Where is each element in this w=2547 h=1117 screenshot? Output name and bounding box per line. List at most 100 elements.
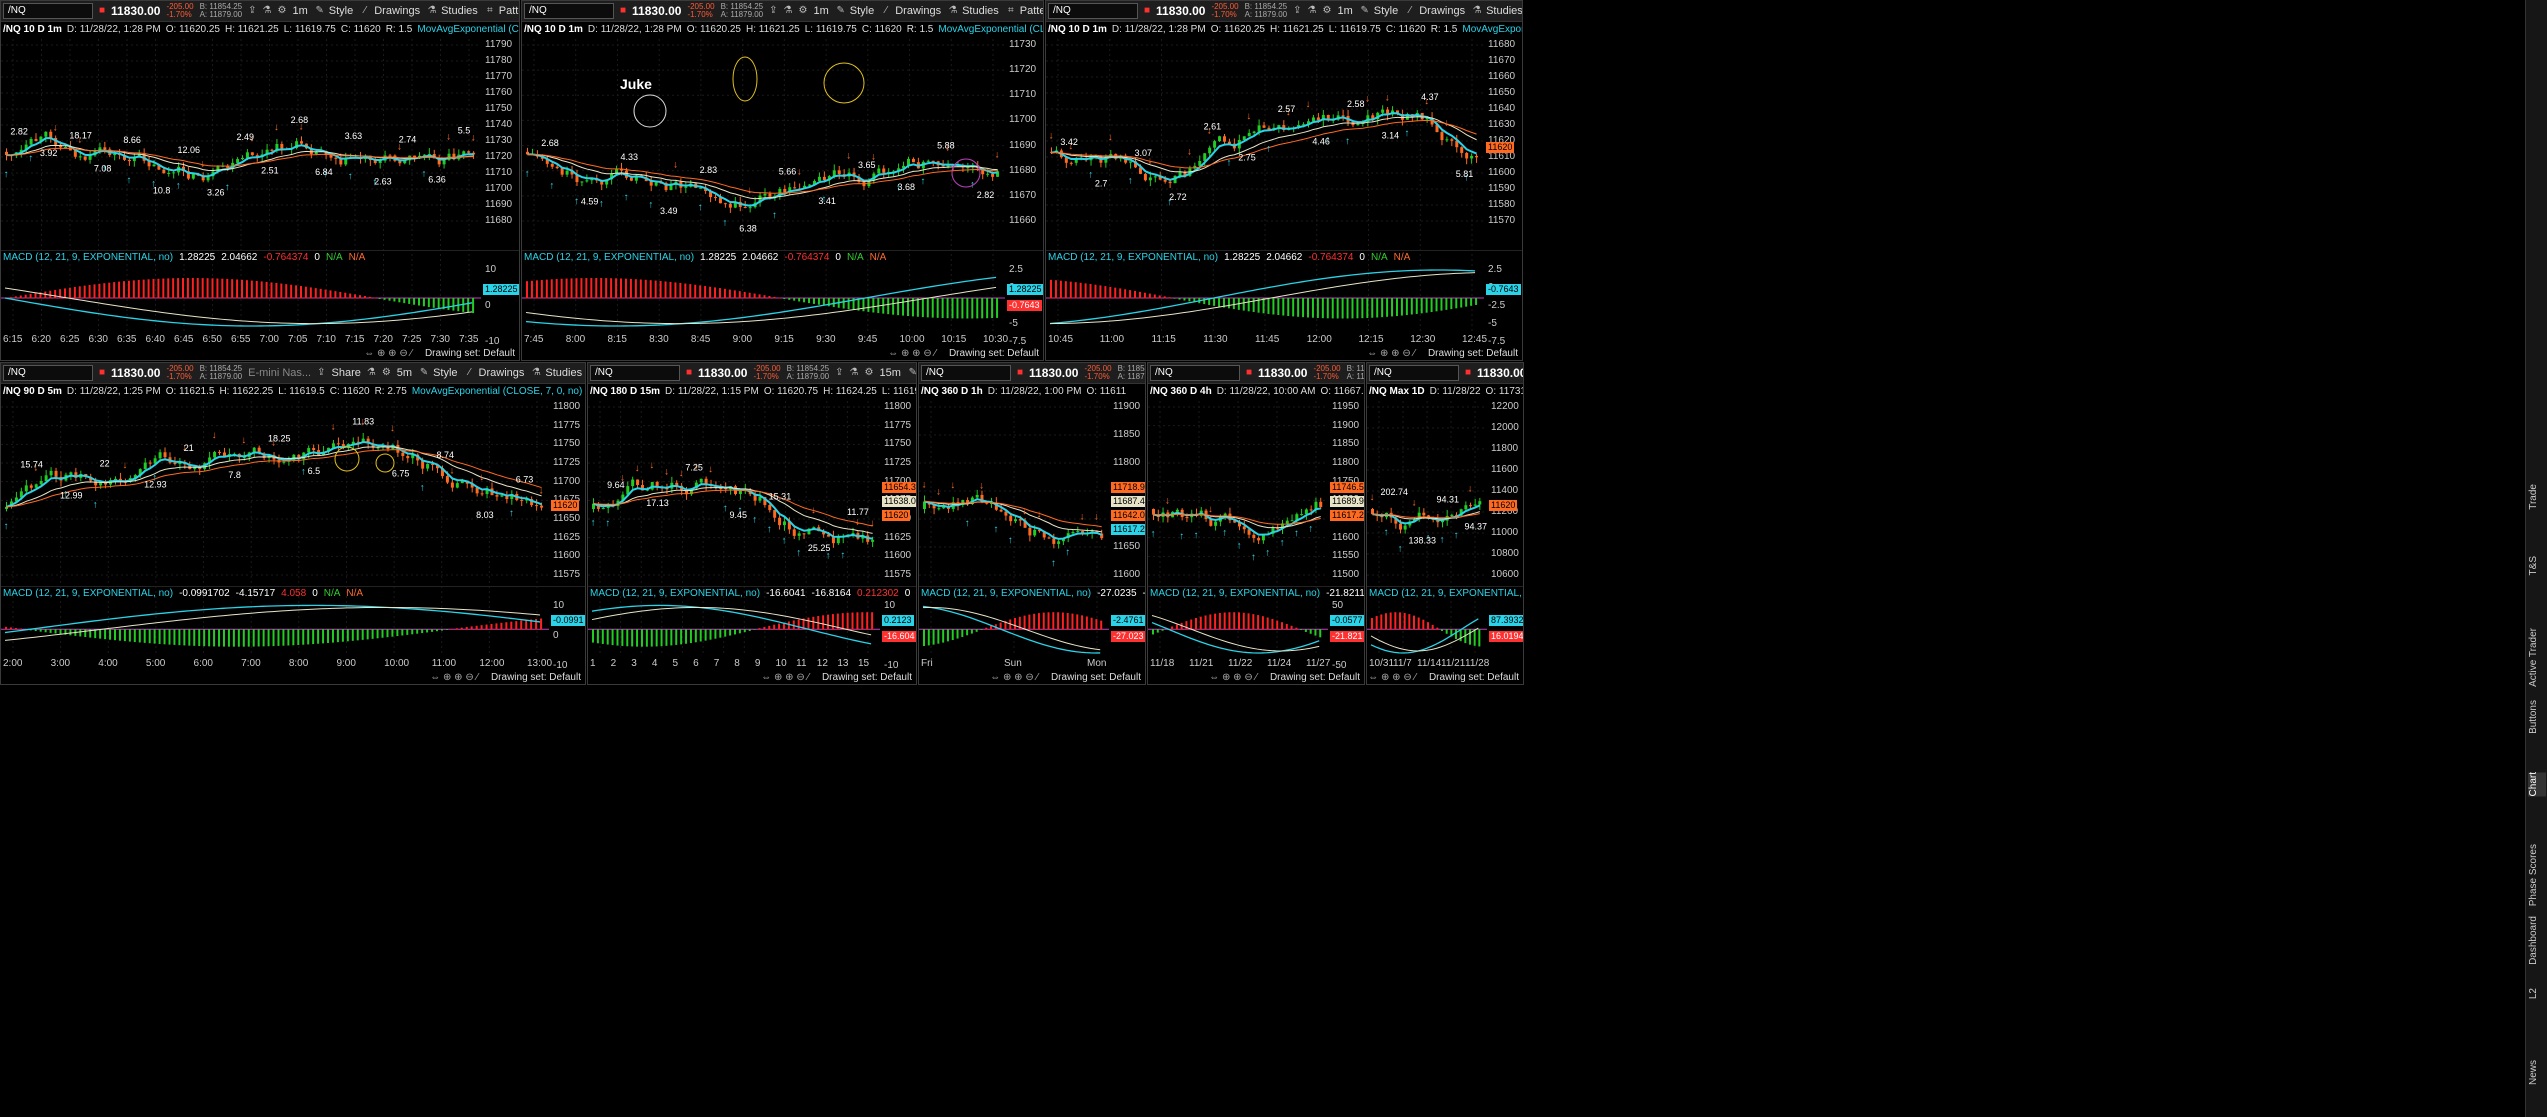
- sidebar-tab-phase-scores[interactable]: Phase Scores: [2528, 844, 2546, 906]
- drawing-set-label[interactable]: Drawing set: Default: [1428, 348, 1518, 359]
- sidebar-tab-trade[interactable]: Trade: [2528, 484, 2546, 510]
- swing-label: 8.74: [436, 450, 454, 460]
- chart-panel-p4[interactable]: /NQ ■ 11830.00 -205.00 -1.70% B: 11854.25 A: 1…: [0, 362, 586, 685]
- macd-histogram-bar: [956, 298, 959, 319]
- swing-label: 3.65: [858, 160, 876, 170]
- y-axis-tick: 11670: [1488, 55, 1516, 66]
- macd-histogram-bar: [285, 284, 288, 299]
- chart-panel-p7[interactable]: /NQ■11830.00-205.00-1.70%B: 11854.25A: 1…: [1147, 362, 1365, 685]
- drawing-set-label[interactable]: Drawing set: Default: [949, 348, 1039, 359]
- candle-body: [1203, 153, 1207, 161]
- macd-histogram-bar: [452, 298, 455, 311]
- zoom-controls-icon[interactable]: ⇔ ⊕ ⊕ ⊖ ⁄: [1368, 672, 1419, 683]
- macd-histogram-bar: [422, 298, 425, 307]
- buy-arrow: ↑: [1308, 524, 1313, 535]
- macd-histogram-bar: [1047, 612, 1050, 630]
- macd-label: MACD (12, 21, 9, EXPONENTIAL, no): [1150, 588, 1321, 599]
- macd-histogram-bar: [1124, 289, 1127, 299]
- macd-histogram-bar: [590, 278, 593, 299]
- macd-label: MACD (12, 21, 9, EXPONENTIAL, no): [3, 252, 174, 263]
- candle-body: [83, 156, 87, 160]
- buy-arrow: ↑: [723, 503, 728, 514]
- sidebar-tab-chart[interactable]: Chart: [2528, 772, 2546, 797]
- sidebar-tab-news[interactable]: News: [2528, 1060, 2546, 1085]
- macd-value-tag: -0.0991: [551, 615, 585, 627]
- swing-label: 138.33: [1409, 535, 1437, 545]
- chart-panel-p5[interactable]: /NQ ■ 11830.00 -205.00 -1.70% B: 11854.25 A: 1…: [587, 362, 917, 685]
- sidebar-tab-active-trader[interactable]: Active Trader: [2528, 628, 2546, 687]
- chart-panel-p8[interactable]: /NQ■11830.00-205.00-1.70%B: 11854.25A: 1…: [1366, 362, 1524, 685]
- zoom-controls-icon[interactable]: ⇔ ⊕ ⊕ ⊖ ⁄: [761, 672, 812, 683]
- macd-histogram-bar: [142, 279, 145, 299]
- sell-arrow: ↓: [846, 151, 851, 162]
- candle-body: [172, 172, 176, 174]
- macd-histogram-bar: [1361, 298, 1364, 319]
- candle-body: [743, 206, 747, 208]
- drawing-set-label[interactable]: Drawing set: Default: [425, 348, 515, 359]
- swing-label: 3.07: [1134, 148, 1152, 158]
- macd-histogram-bar: [634, 279, 637, 299]
- chart-panel-p2[interactable]: /NQ ■ 11830.00 -205.00 -1.70% B: 11854.25 A: 1…: [521, 0, 1044, 361]
- zoom-controls-icon[interactable]: ⇔ ⊕ ⊕ ⊖ ⁄: [990, 672, 1041, 683]
- drawing-set-label[interactable]: Drawing set: Default: [1051, 672, 1141, 683]
- chart-canvas[interactable]: ↑↑↑ ↑↑↑↓↑↑↓↑↓↑↓ ↓↑↑↓↑↓2.684.594.333.492.83…: [522, 1, 1044, 361]
- y-axis-tick: 11730: [485, 135, 513, 146]
- buy-arrow: ↑: [1222, 528, 1227, 539]
- macd-histogram-bar: [98, 283, 101, 299]
- y-axis-tick: 11750: [884, 438, 912, 450]
- chart-canvas[interactable]: ↑↑↓↓↑↑ ↑ ↑↓↑↓↓ ↓↑ ↑↑↓↑↓ ↓2.823.9218.177.088.6…: [1, 1, 520, 361]
- sidebar-tab-t-s[interactable]: T&S: [2528, 556, 2546, 575]
- macd-histogram-bar: [1271, 618, 1274, 630]
- candle-body: [1009, 515, 1013, 522]
- chart-canvas[interactable]: ↓↓↑↓↑↓↑↓↓↑↓↑↓↓↑ ↑↓ ↓↑↓↓↑3.422.73.072.722.6…: [1046, 1, 1523, 361]
- buy-arrow: ↑: [623, 192, 628, 203]
- candle-body: [113, 153, 117, 156]
- chart-annotation: Juke: [620, 76, 652, 92]
- y-axis-tick: 11000: [1491, 527, 1519, 538]
- macd-histogram-bar: [386, 629, 389, 638]
- candle-body: [236, 159, 240, 163]
- drawing-set-label[interactable]: Drawing set: Default: [491, 672, 581, 683]
- chart-panel-p1[interactable]: /NQ ■ 11830.00 -205.00 -1.70% B: 11854.25 A: 1…: [0, 0, 520, 361]
- x-axis-tick: Mon: [1087, 658, 1107, 669]
- zoom-controls-icon[interactable]: ⇔ ⊕ ⊕ ⊖ ⁄: [1209, 672, 1260, 683]
- macd-histogram-bar: [1475, 298, 1478, 305]
- macd-histogram-bar: [1403, 613, 1406, 630]
- macd-histogram-bar: [1436, 627, 1439, 630]
- macd-value-na2: N/A: [346, 588, 364, 599]
- sidebar-tab-l2[interactable]: L2: [2528, 988, 2546, 999]
- drawing-set-label[interactable]: Drawing set: Default: [822, 672, 912, 683]
- candle-body: [426, 463, 430, 469]
- zoom-controls-icon[interactable]: ⇔ ⊕ ⊕ ⊖ ⁄: [364, 348, 415, 359]
- macd-histogram-bar: [970, 629, 973, 634]
- x-axis-tick: 10:00: [384, 658, 410, 669]
- chart-panel-p6[interactable]: /NQ■11830.00-205.00-1.70%B: 11854.25A: 1…: [918, 362, 1146, 685]
- candle-body: [69, 472, 73, 475]
- macd-histogram-bar: [83, 285, 86, 299]
- x-axis-tick: 7:30: [430, 334, 450, 345]
- sidebar-tab-dashboard[interactable]: Dashboard: [2528, 916, 2546, 965]
- zoom-controls-icon[interactable]: ⇔ ⊕ ⊕ ⊖ ⁄: [1367, 348, 1418, 359]
- zoom-controls-icon[interactable]: ⇔ ⊕ ⊕ ⊖ ⁄: [888, 348, 939, 359]
- macd-histogram-bar: [191, 278, 194, 299]
- zoom-controls-icon[interactable]: ⇔ ⊕ ⊕ ⊖ ⁄: [430, 672, 481, 683]
- buy-arrow: ↑: [772, 210, 777, 221]
- macd-histogram-bar: [108, 282, 111, 299]
- macd-histogram-bar: [450, 628, 453, 630]
- candle-body: [793, 187, 797, 189]
- macd-histogram-bar: [684, 283, 687, 299]
- chart-canvas[interactable]: ↑↓↑↑↓↑↓↓ ↓ ↓↑↓ ↓↓↑↓↓↑↓15.7412.992212.93217.…: [1, 363, 586, 685]
- chart-panel-p3[interactable]: /NQ ■ 11830.00 -205.00 -1.70% B: 11854.25 A: 1…: [1045, 0, 1523, 361]
- sidebar-tab-buttons[interactable]: Buttons: [2528, 700, 2546, 734]
- macd-histogram-bar: [1028, 614, 1031, 630]
- macd-histogram-bar: [383, 298, 386, 300]
- macd-value-tag-2: -0.7643: [1007, 300, 1042, 311]
- drawing-set-label[interactable]: Drawing set: Default: [1429, 672, 1519, 683]
- sell-arrow: ↓: [995, 149, 1000, 160]
- macd-value-v4: 0: [312, 588, 318, 599]
- chart-canvas[interactable]: ↑ ↑↓↓ ↓↓ ↓↓ ↓↑ ↑↑↑↑↑↓↑ ↑↓ ↓9.6417.137.259.4515.…: [588, 363, 917, 685]
- candle-body: [783, 188, 787, 193]
- macd-histogram-bar: [1247, 298, 1250, 312]
- drawing-set-label[interactable]: Drawing set: Default: [1270, 672, 1360, 683]
- candle-body: [714, 197, 718, 199]
